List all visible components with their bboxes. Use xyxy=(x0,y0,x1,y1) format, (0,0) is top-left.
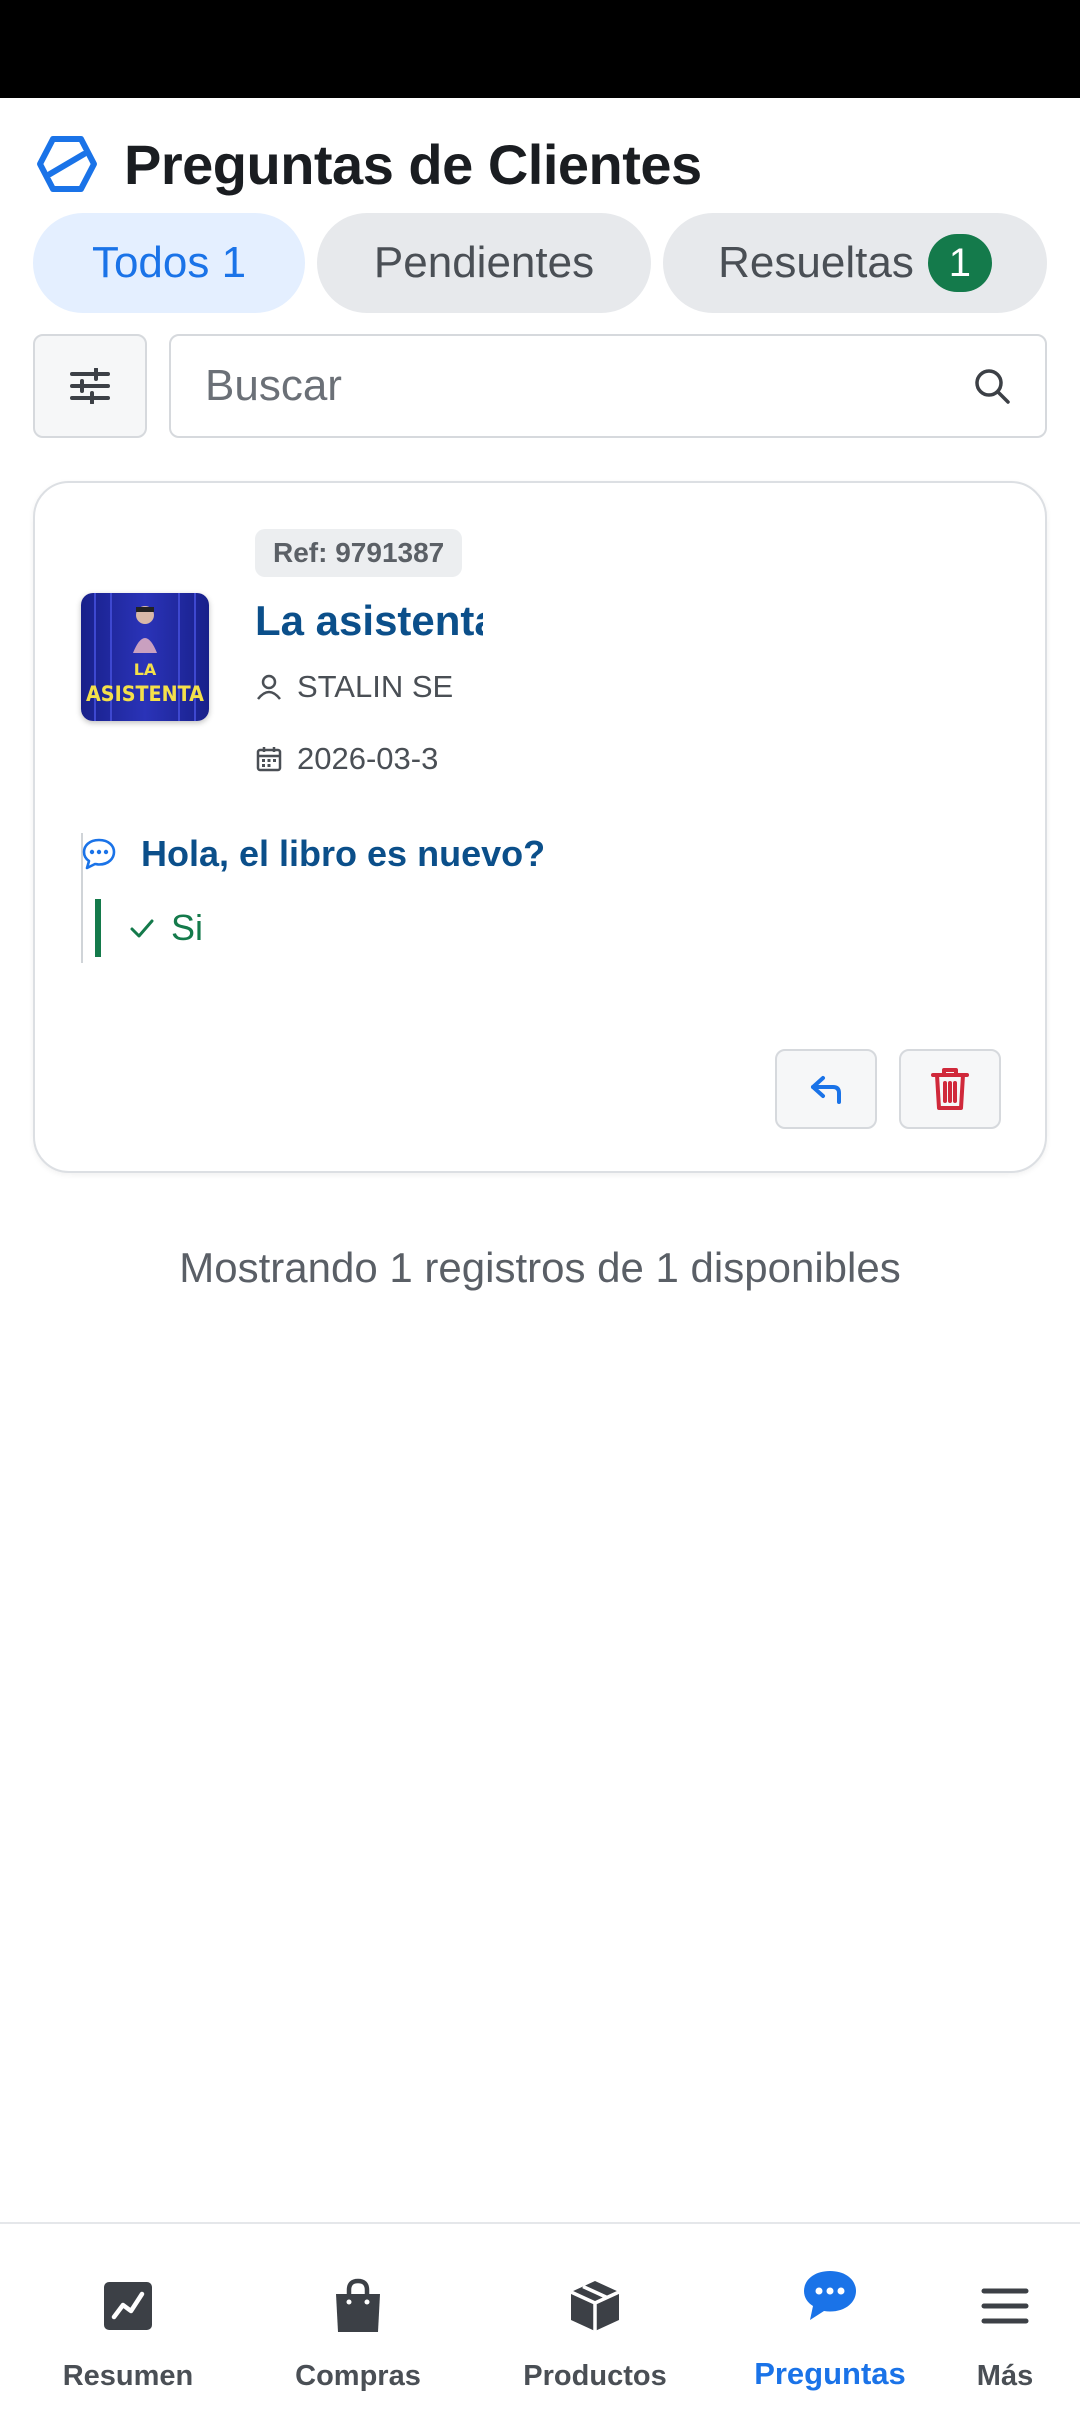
records-summary: Mostrando 1 registros de 1 disponibles xyxy=(179,1244,901,1291)
page-title: Preguntas de Clientes xyxy=(124,132,702,196)
product-thumbnail: LA ASISTENTA xyxy=(81,593,209,721)
nav-item-resumen[interactable]: Resumen xyxy=(38,2224,218,2436)
question-card: LA ASISTENTA Ref: 9791387 La asistenta S… xyxy=(33,481,1047,1173)
tab-label: Todos 1 xyxy=(91,238,247,287)
question-thread: Hola, el libro es nuevo? Si xyxy=(81,833,981,963)
nav-label: Compras xyxy=(295,2360,421,2392)
package-icon xyxy=(570,2281,620,2331)
check-icon xyxy=(130,919,154,938)
tab-todos[interactable]: Todos 1 xyxy=(33,213,305,313)
question-text: Hola, el libro es nuevo? xyxy=(141,833,546,874)
chart-icon xyxy=(104,2282,152,2330)
thumb-title-bottom: ASISTENTA xyxy=(86,682,205,706)
search-box xyxy=(169,334,1047,438)
answer-text: Si xyxy=(171,907,204,948)
page-header: Preguntas de Clientes xyxy=(36,128,702,200)
filter-button[interactable] xyxy=(33,334,147,438)
nav-item-compras[interactable]: Compras xyxy=(268,2224,448,2436)
nav-item-mas[interactable]: Más xyxy=(935,2224,1075,2436)
product-title[interactable]: La asistenta xyxy=(255,597,483,645)
calendar-icon xyxy=(256,747,282,772)
user-icon xyxy=(257,674,281,700)
tab-label: Resueltas xyxy=(718,238,914,287)
answer-row: Si xyxy=(95,899,203,957)
customer-row: STALIN SE xyxy=(255,667,483,707)
reference-chip: Ref: 9791387 xyxy=(255,529,463,577)
shopping-bag-icon xyxy=(336,2278,380,2332)
trash-icon xyxy=(931,1068,969,1110)
bottom-navigation: Resumen Compras Productos Preguntas Más xyxy=(0,2222,1080,2436)
sliders-icon xyxy=(70,368,110,404)
menu-icon xyxy=(981,2288,1029,2324)
tab-pendientes[interactable]: Pendientes xyxy=(317,213,651,313)
nav-label: Productos xyxy=(523,2360,667,2392)
hexagon-logo-icon xyxy=(37,136,97,192)
delete-button[interactable] xyxy=(899,1049,1001,1129)
thumb-title-top: LA xyxy=(134,660,157,679)
reply-button[interactable] xyxy=(775,1049,877,1129)
tab-resueltas[interactable]: Resueltas 1 xyxy=(663,213,1047,313)
product-info: Ref: 9791387 La asistenta STALIN SE 2026… xyxy=(255,529,483,779)
tab-label: Pendientes xyxy=(373,238,595,287)
filter-tabs: Todos 1 Pendientes Resueltas 1 xyxy=(33,213,1047,313)
question-row: Hola, el libro es nuevo? xyxy=(82,833,546,875)
nav-label: Preguntas xyxy=(754,2356,906,2391)
card-actions xyxy=(775,1049,1001,1129)
search-icon[interactable] xyxy=(973,367,1011,405)
nav-item-productos[interactable]: Productos xyxy=(505,2224,685,2436)
search-row xyxy=(33,334,1047,438)
search-input[interactable] xyxy=(205,361,973,411)
customer-name: STALIN SE xyxy=(297,669,454,704)
reply-arrow-icon xyxy=(811,1076,841,1104)
chat-dots-icon xyxy=(82,838,116,870)
date-row: 2026-03-3 xyxy=(255,739,483,779)
nav-label: Resumen xyxy=(62,2360,194,2392)
chat-bubble-icon xyxy=(804,2271,856,2320)
status-bar xyxy=(0,0,1080,98)
count-badge: 1 xyxy=(927,234,992,292)
nav-item-preguntas[interactable]: Preguntas xyxy=(740,2224,920,2436)
question-date: 2026-03-3 xyxy=(297,741,439,776)
nav-label: Más xyxy=(976,2360,1034,2392)
